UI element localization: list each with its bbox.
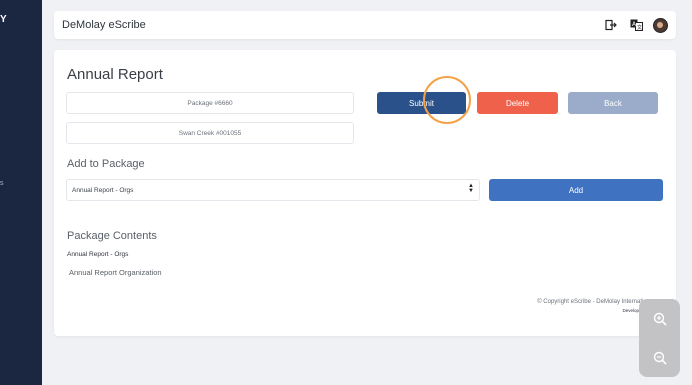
logout-icon[interactable] xyxy=(603,17,619,33)
add-button[interactable]: Add xyxy=(489,179,663,201)
annual-report-card: Annual Report Package #6660 Swan Creek #… xyxy=(54,50,676,336)
package-contents-heading: Package Contents xyxy=(67,230,157,242)
chapter-field: Swan Creek #001055 xyxy=(66,122,354,144)
package-contents-group: Annual Report - Orgs xyxy=(67,251,129,258)
translate-icon[interactable]: A 文 xyxy=(628,17,644,33)
sidebar-item-label[interactable]: s xyxy=(0,180,4,187)
sidebar: Y s xyxy=(0,0,42,385)
sidebar-logo[interactable]: Y xyxy=(0,14,7,25)
avatar[interactable] xyxy=(653,17,668,33)
svg-text:文: 文 xyxy=(637,24,642,31)
select-value: Annual Report - Orgs xyxy=(72,186,134,194)
zoom-in-icon[interactable] xyxy=(650,309,670,329)
app-title: DeMolay eScribe xyxy=(62,19,146,31)
top-bar-icons: A 文 xyxy=(603,17,668,33)
delete-button[interactable]: Delete xyxy=(477,92,558,114)
package-field: Package #6660 xyxy=(66,92,354,114)
package-item-select[interactable]: Annual Report - Orgs ▲ ▼ xyxy=(66,179,480,201)
page-title: Annual Report xyxy=(67,66,163,83)
add-to-package-heading: Add to Package xyxy=(67,158,145,170)
top-bar: DeMolay eScribe A 文 xyxy=(54,11,676,39)
zoom-out-icon[interactable] xyxy=(650,348,670,368)
back-button[interactable]: Back xyxy=(568,92,658,114)
package-contents-item[interactable]: Annual Report Organization xyxy=(69,268,162,277)
copyright-text: © Copyright eScribe - DeMolay Internatio… xyxy=(537,299,650,305)
select-arrows-icon: ▲ ▼ xyxy=(468,183,474,194)
submit-button[interactable]: Submit xyxy=(377,92,466,114)
zoom-controls xyxy=(639,299,680,377)
